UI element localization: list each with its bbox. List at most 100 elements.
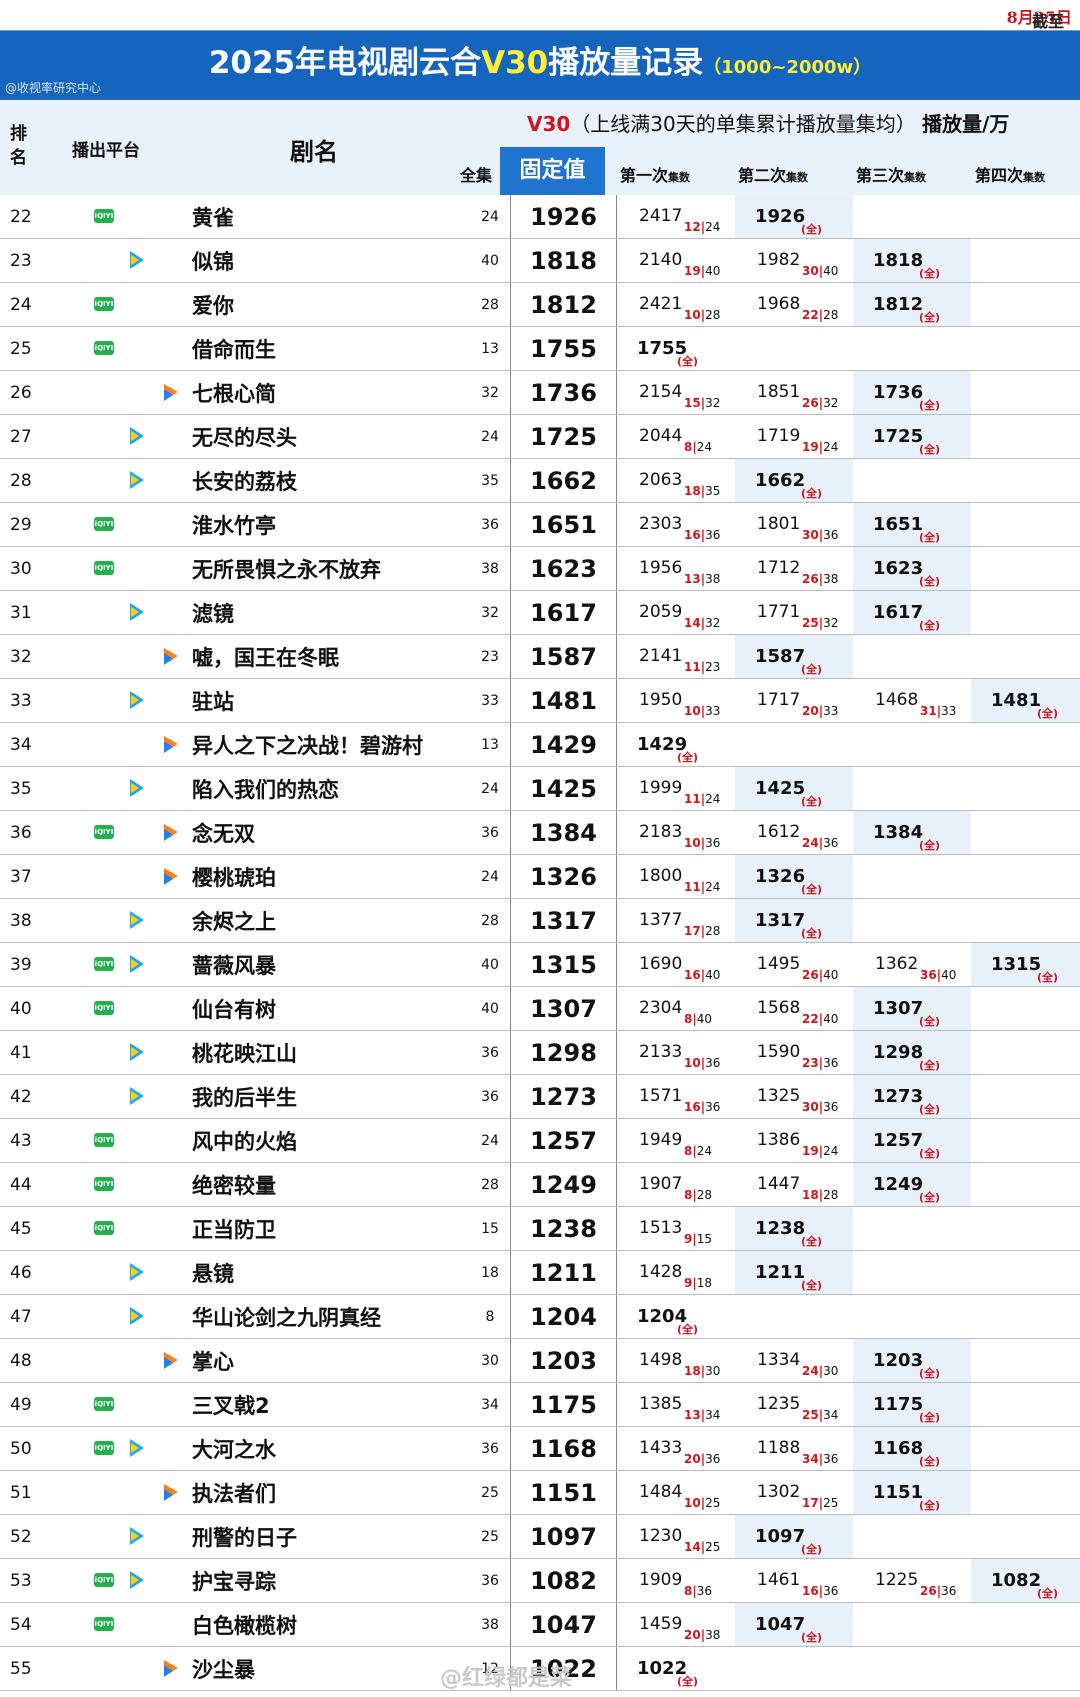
platform-cell bbox=[52, 1646, 192, 1691]
fixed-value: 1273 bbox=[510, 1074, 617, 1119]
attempt-2-cell: 1461 16|36 bbox=[735, 1558, 853, 1603]
youku-icon bbox=[164, 384, 178, 401]
rank-cell: 54 bbox=[0, 1602, 52, 1647]
attempt-1-cell: 2063 18|35 bbox=[616, 458, 735, 503]
attempt-2-cell bbox=[735, 326, 853, 371]
platform-cell: iQIYI bbox=[52, 1426, 192, 1471]
table-row: 48 掌心 30 1203 1498 18|30 1334 24|30 1203 (全) bbox=[0, 1338, 1080, 1383]
youku-icon bbox=[164, 1484, 178, 1501]
attempt-1-cell: 1909 8|36 bbox=[616, 1558, 735, 1603]
episode-progress: 26|36 bbox=[920, 1584, 957, 1598]
attempt-4-cell bbox=[971, 414, 1080, 459]
fixed-value: 1047 bbox=[510, 1602, 617, 1647]
attempt-4-cell bbox=[971, 898, 1080, 943]
attempt-value: 1151 bbox=[873, 1482, 924, 1503]
attempt-4-cell bbox=[971, 986, 1080, 1031]
attempt-2-cell bbox=[735, 1294, 853, 1339]
attempt-1-cell: 2044 8|24 bbox=[616, 414, 735, 459]
iqiyi-icon: iQIYI bbox=[94, 341, 114, 355]
youku-icon bbox=[164, 736, 178, 753]
full-mark: (全) bbox=[919, 267, 941, 280]
rank-cell: 52 bbox=[0, 1514, 52, 1559]
attempt-value: 1461 bbox=[757, 1570, 801, 1590]
rank-cell: 50 bbox=[0, 1426, 52, 1471]
attempt-4-cell bbox=[971, 1514, 1080, 1559]
episode-progress: 8|24 bbox=[684, 440, 713, 454]
attempt-value: 1719 bbox=[757, 426, 801, 446]
episode-count: 24 bbox=[470, 766, 511, 811]
attempt-3-cell bbox=[853, 634, 971, 679]
table-row: 54 iQIYI 白色橄榄树 38 1047 1459 20|38 1047 (全) bbox=[0, 1602, 1080, 1647]
iqiyi-icon: iQIYI bbox=[94, 1221, 114, 1235]
episode-progress: 22|40 bbox=[802, 1012, 839, 1026]
table-row: 26 七根心简 32 1736 2154 15|32 1851 26|32 1736 (全) bbox=[0, 370, 1080, 415]
table-row: 35 陷入我们的热恋 24 1425 1999 11|24 1425 (全) bbox=[0, 766, 1080, 811]
attempt-4-cell bbox=[971, 1162, 1080, 1207]
rank-cell: 28 bbox=[0, 458, 52, 503]
attempt-value: 1257 bbox=[873, 1130, 924, 1151]
attempt-1-cell: 2141 11|23 bbox=[616, 634, 735, 679]
drama-title: 驻站 bbox=[192, 678, 470, 723]
episode-progress: 19|24 bbox=[802, 1144, 839, 1158]
drama-title: 绝密较量 bbox=[192, 1162, 470, 1207]
episode-progress: 14|32 bbox=[684, 616, 721, 630]
attempt-2-cell: 1447 18|28 bbox=[735, 1162, 853, 1207]
attempt-value: 1249 bbox=[873, 1174, 924, 1195]
attempt-value: 1771 bbox=[757, 602, 801, 622]
episode-count: 35 bbox=[470, 458, 511, 503]
attempt-value: 1317 bbox=[755, 910, 806, 931]
attempt-value: 1617 bbox=[873, 602, 924, 623]
fixed-value: 1662 bbox=[510, 458, 617, 503]
episode-progress: 20|33 bbox=[802, 704, 839, 718]
episode-count: 33 bbox=[470, 678, 511, 723]
episode-count: 28 bbox=[470, 1162, 511, 1207]
attempt-value: 1725 bbox=[873, 426, 924, 447]
platform-cell bbox=[52, 414, 192, 459]
attempt-1-cell: 2140 19|40 bbox=[616, 238, 735, 283]
attempt-value: 1203 bbox=[873, 1350, 924, 1371]
attempt-3-cell bbox=[853, 326, 971, 371]
rank-cell: 53 bbox=[0, 1558, 52, 1603]
episode-progress: 15|32 bbox=[684, 396, 721, 410]
fixed-value: 1812 bbox=[510, 282, 617, 327]
rank-cell: 25 bbox=[0, 326, 52, 371]
attempt-1-cell: 1949 8|24 bbox=[616, 1118, 735, 1163]
tencent-video-icon bbox=[130, 955, 144, 973]
full-mark: (全) bbox=[801, 927, 823, 940]
drama-title: 滤镜 bbox=[192, 590, 470, 635]
attempt-value: 1468 bbox=[875, 690, 919, 710]
episode-count: 40 bbox=[470, 986, 511, 1031]
attempt-4-cell bbox=[971, 326, 1080, 371]
full-mark: (全) bbox=[919, 399, 941, 412]
attempt-value: 1082 bbox=[991, 1570, 1042, 1591]
fixed-value: 1298 bbox=[510, 1030, 617, 1075]
attempt-value: 1818 bbox=[873, 250, 924, 271]
table-row: 28 长安的荔枝 35 1662 2063 18|35 1662 (全) bbox=[0, 458, 1080, 503]
header-fixed-value: 固定值 bbox=[500, 147, 605, 195]
attempt-1-cell: 2303 16|36 bbox=[616, 502, 735, 547]
attempt-1-cell: 1433 20|36 bbox=[616, 1426, 735, 1471]
full-mark: (全) bbox=[801, 1235, 823, 1248]
fixed-value: 1587 bbox=[510, 634, 617, 679]
youku-icon bbox=[164, 868, 178, 885]
attempt-value: 1175 bbox=[873, 1394, 924, 1415]
rank-cell: 41 bbox=[0, 1030, 52, 1075]
attempt-3-cell bbox=[853, 1206, 971, 1251]
episode-count: 28 bbox=[470, 282, 511, 327]
table-row: 49 iQIYI 三叉戟2 34 1175 1385 13|34 1235 25|34 1175(… bbox=[0, 1382, 1080, 1427]
rank-cell: 48 bbox=[0, 1338, 52, 1383]
episode-progress: 31|33 bbox=[920, 704, 957, 718]
drama-title: 仙台有树 bbox=[192, 986, 470, 1031]
episode-progress: 20|36 bbox=[684, 1452, 721, 1466]
full-mark: (全) bbox=[677, 355, 699, 368]
attempt-3-cell: 1175 (全) bbox=[853, 1382, 971, 1427]
full-mark: (全) bbox=[919, 1015, 941, 1028]
attempt-3-cell: 1812 (全) bbox=[853, 282, 971, 327]
attempt-2-cell: 1717 20|33 bbox=[735, 678, 853, 723]
attempt-4-cell bbox=[971, 546, 1080, 591]
attempt-value: 1425 bbox=[755, 778, 806, 799]
episode-count: 36 bbox=[470, 810, 511, 855]
attempt-3-cell: 1225 26|36 bbox=[853, 1558, 971, 1603]
attempt-value: 1315 bbox=[991, 954, 1042, 975]
attempt-1-cell: 1230 14|25 bbox=[616, 1514, 735, 1559]
